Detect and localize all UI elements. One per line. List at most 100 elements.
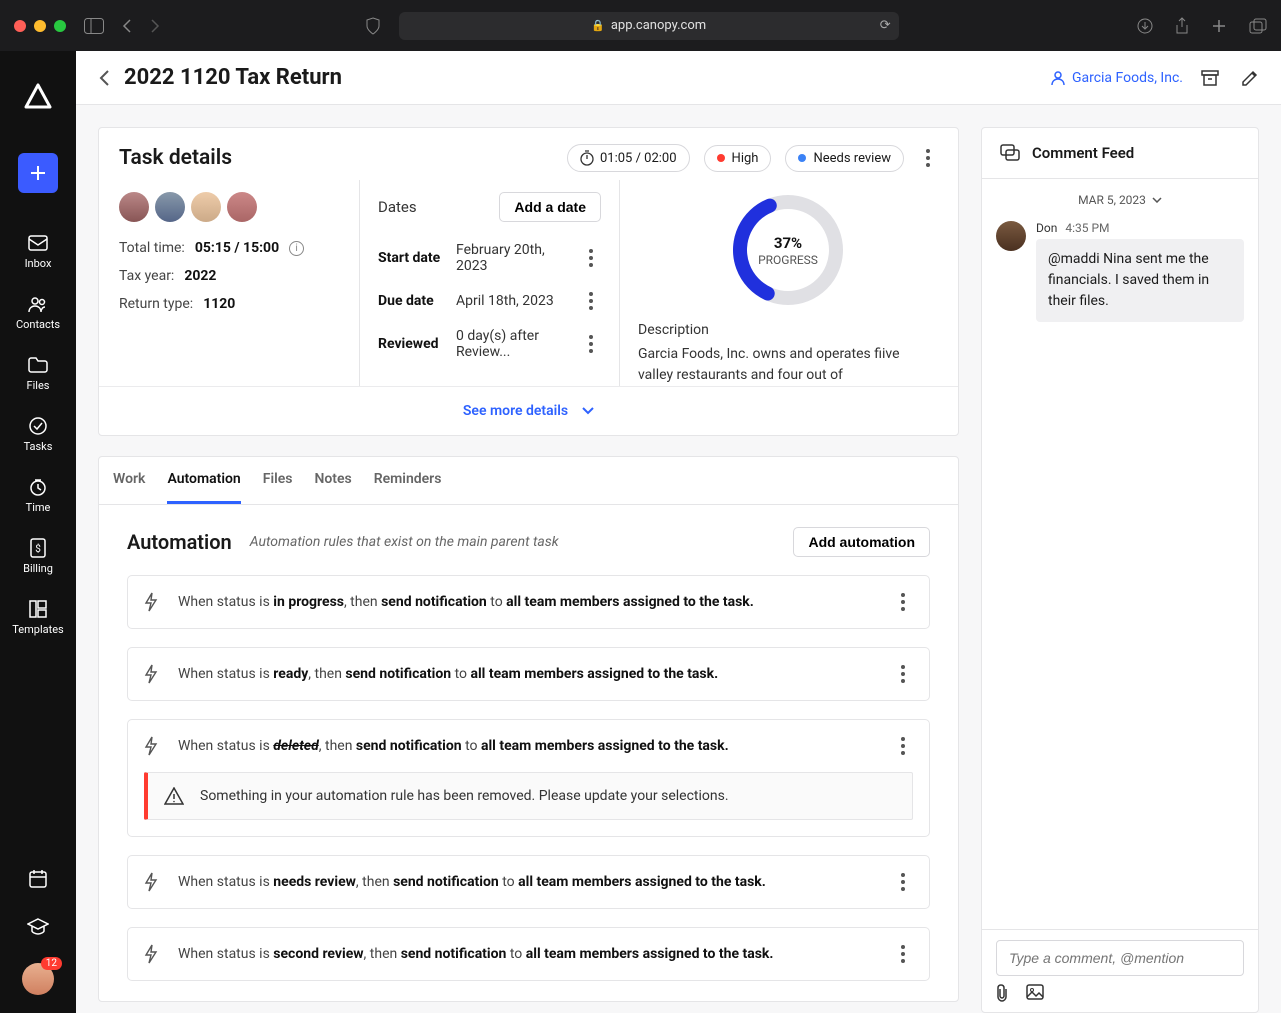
bolt-icon — [144, 592, 160, 612]
sidebar-item-time[interactable]: Time — [0, 467, 76, 524]
rule-menu-icon[interactable] — [893, 593, 913, 611]
bolt-icon — [144, 872, 160, 892]
tab-files[interactable]: Files — [263, 457, 293, 504]
nav-back-icon[interactable] — [122, 19, 132, 33]
back-button[interactable] — [98, 69, 110, 87]
progress-percent: 37% — [774, 234, 802, 252]
refresh-icon[interactable]: ⟳ — [880, 18, 891, 33]
calendar-icon[interactable] — [28, 869, 48, 889]
priority-pill[interactable]: High — [704, 145, 772, 172]
date-menu-icon[interactable] — [581, 249, 601, 267]
date-label: Reviewed — [378, 336, 456, 352]
share-icon[interactable] — [1175, 17, 1189, 35]
archive-icon[interactable] — [1201, 69, 1219, 87]
tabs-icon[interactable] — [1249, 18, 1267, 34]
top-bar: 2022 1120 Tax Return Garcia Foods, Inc. — [76, 51, 1281, 105]
feed-date-selector[interactable]: MAR 5, 2023 — [996, 193, 1244, 207]
bolt-icon — [144, 736, 160, 756]
add-automation-button[interactable]: Add automation — [793, 527, 930, 557]
shield-icon[interactable] — [365, 17, 381, 35]
new-tab-icon[interactable] — [1211, 18, 1227, 34]
chevron-down-icon — [1152, 197, 1162, 203]
rule-text: When status is deleted, then send notifi… — [178, 738, 875, 754]
attach-icon[interactable] — [996, 984, 1010, 1002]
assignee-avatars[interactable] — [119, 192, 343, 222]
see-more-button[interactable]: See more details — [99, 386, 958, 435]
tab-notes[interactable]: Notes — [314, 457, 351, 504]
education-icon[interactable] — [27, 917, 49, 935]
progress-label: PROGRESS — [758, 253, 818, 267]
templates-icon — [28, 599, 48, 619]
image-icon[interactable] — [1026, 984, 1044, 1002]
automation-heading: Automation — [127, 530, 232, 554]
edit-icon[interactable] — [1241, 69, 1259, 87]
bolt-icon — [144, 944, 160, 964]
client-link[interactable]: Garcia Foods, Inc. — [1050, 70, 1183, 86]
inbox-icon — [28, 233, 48, 253]
nav-forward-icon[interactable] — [150, 19, 160, 33]
tax-year-value: 2022 — [184, 268, 216, 284]
card-title: Task details — [119, 146, 232, 170]
automation-rule[interactable]: When status is needs review, then send n… — [127, 855, 930, 909]
minimize-window[interactable] — [34, 20, 46, 32]
date-row: Reviewed 0 day(s) after Review... — [378, 328, 601, 360]
timer-pill[interactable]: 01:05 / 02:00 — [567, 144, 690, 172]
tab-reminders[interactable]: Reminders — [374, 457, 442, 504]
tab-automation[interactable]: Automation — [167, 457, 240, 504]
sidebar-item-tasks[interactable]: Tasks — [0, 406, 76, 463]
info-icon[interactable]: i — [289, 241, 304, 256]
status-pill[interactable]: Needs review — [785, 145, 904, 172]
page-title: 2022 1120 Tax Return — [124, 65, 1050, 90]
date-row: Due date April 18th, 2023 — [378, 292, 601, 310]
return-type-label: Return type: — [119, 296, 193, 312]
automation-rule[interactable]: When status is deleted, then send notifi… — [127, 719, 930, 837]
comment-time: 4:35 PM — [1065, 221, 1109, 235]
dates-title: Dates — [378, 198, 417, 216]
download-icon[interactable] — [1137, 18, 1153, 34]
rule-menu-icon[interactable] — [893, 873, 913, 891]
tab-work[interactable]: Work — [113, 457, 145, 504]
url-text: app.canopy.com — [611, 18, 706, 33]
total-time-value: 05:15 / 15:00 — [195, 240, 279, 256]
automation-rule[interactable]: When status is second review, then send … — [127, 927, 930, 981]
sidebar-item-templates[interactable]: Templates — [0, 589, 76, 646]
sidebar-item-label: Templates — [12, 623, 63, 636]
maximize-window[interactable] — [54, 20, 66, 32]
client-name: Garcia Foods, Inc. — [1072, 70, 1183, 86]
sidebar-item-label: Inbox — [25, 257, 52, 270]
date-menu-icon[interactable] — [581, 292, 601, 310]
sidebar-toggle-icon[interactable] — [84, 18, 104, 34]
task-details-card: Task details 01:05 / 02:00 High — [98, 127, 959, 436]
close-window[interactable] — [14, 20, 26, 32]
url-bar[interactable]: 🔒 app.canopy.com ⟳ — [399, 12, 899, 40]
tab-bar: Work Automation Files Notes Reminders — [99, 457, 958, 505]
sidebar-item-contacts[interactable]: Contacts — [0, 284, 76, 341]
comment-avatar[interactable] — [996, 221, 1026, 251]
comment-author: Don — [1036, 221, 1057, 235]
rule-menu-icon[interactable] — [893, 665, 913, 683]
contacts-icon — [28, 294, 48, 314]
card-menu-icon[interactable] — [918, 149, 938, 167]
add-button[interactable] — [18, 153, 58, 193]
sidebar-item-billing[interactable]: $ Billing — [0, 528, 76, 585]
rule-text: When status is ready, then send notifica… — [178, 666, 875, 682]
rule-menu-icon[interactable] — [893, 945, 913, 963]
date-menu-icon[interactable] — [581, 335, 601, 353]
comment-input[interactable] — [996, 940, 1244, 976]
warning-icon — [164, 787, 184, 805]
comment-text: @maddi Nina sent me the financials. I sa… — [1036, 239, 1244, 322]
automation-rule[interactable]: When status is in progress, then send no… — [127, 575, 930, 629]
rule-menu-icon[interactable] — [893, 737, 913, 755]
automation-rule[interactable]: When status is ready, then send notifica… — [127, 647, 930, 701]
sidebar-item-files[interactable]: Files — [0, 345, 76, 402]
tasks-icon — [28, 416, 48, 436]
add-date-button[interactable]: Add a date — [499, 192, 601, 222]
sidebar-item-inbox[interactable]: Inbox — [0, 223, 76, 280]
date-label: Start date — [378, 250, 456, 266]
app-sidebar: Inbox Contacts Files Tasks Time $ Billin… — [0, 51, 76, 1013]
window-controls — [14, 20, 66, 32]
app-logo-icon[interactable] — [23, 83, 53, 109]
user-avatar[interactable]: 12 — [22, 963, 54, 995]
notification-badge: 12 — [41, 957, 62, 970]
billing-icon: $ — [28, 538, 48, 558]
